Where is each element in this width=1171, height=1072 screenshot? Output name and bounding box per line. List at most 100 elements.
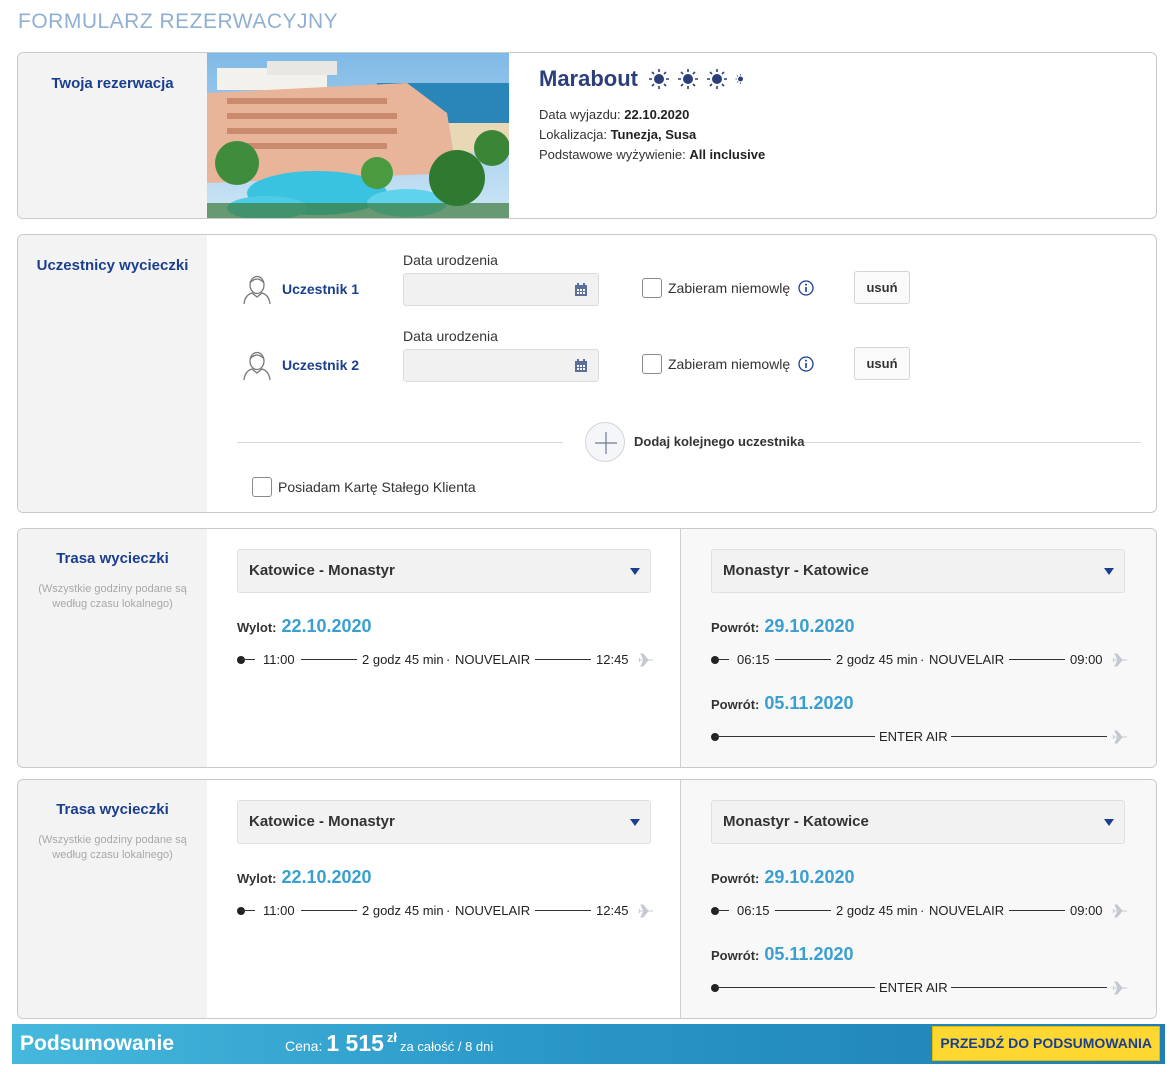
return-date-label: Powrót: (711, 871, 760, 886)
flight-duration: 2 godz 45 min (362, 903, 444, 918)
price-currency: zł (386, 1030, 398, 1045)
add-participant-button[interactable] (585, 422, 625, 462)
reservation-sidebar: Twoja rezerwacja (18, 53, 207, 218)
plane-icon (1112, 653, 1127, 667)
location-value: Tunezja, Susa (610, 127, 697, 142)
price-value: 1 515 (326, 1030, 384, 1056)
origin-dot (237, 907, 245, 915)
return-route-select-2[interactable]: Monastyr - Katowice (711, 800, 1125, 844)
column-divider-1 (680, 529, 681, 767)
summary-bar: Podsumowanie Cena: 1 515 zł za całość / … (12, 1024, 1165, 1064)
flight-duration: 2 godz 45 min (836, 903, 918, 918)
return-date-1a: Powrót: 29.10.2020 (711, 616, 854, 637)
flight-duration: 2 godz 45 min (836, 652, 918, 667)
dob-label-2: Data urodzenia (403, 328, 498, 344)
flight-carrier: NOUVELAIR (929, 652, 1005, 667)
flight-line (1009, 910, 1065, 911)
return-date-label: Powrót: (711, 948, 760, 963)
divider-right (804, 442, 1141, 443)
price-label: Cena: (285, 1038, 323, 1054)
remove-participant-2-button[interactable]: usuń (854, 347, 910, 380)
loyalty-card-label: Posiadam Kartę Stałego Klienta (278, 479, 476, 495)
person-icon (243, 351, 271, 381)
flight-carrier: NOUVELAIR (455, 652, 531, 667)
plane-icon (1112, 730, 1127, 744)
loyalty-card-checkbox[interactable] (252, 477, 272, 497)
return-route-select-1[interactable]: Monastyr - Katowice (711, 549, 1125, 593)
return-date-2a: Powrót: 29.10.2020 (711, 867, 854, 888)
flight-line (241, 659, 255, 660)
arrival-time: 09:00 (1070, 903, 1103, 918)
outbound-flight-2: 11:00 2 godz 45 min · NOUVELAIR 12:45 (237, 903, 657, 919)
participant-2-name: Uczestnik 2 (282, 357, 360, 373)
infant-option-1: Zabieram niemowlę (642, 278, 814, 298)
infant-label-1: Zabieram niemowlę (668, 280, 791, 296)
flight-line (951, 736, 1107, 737)
hotel-photo (207, 53, 509, 218)
flight-line (535, 910, 591, 911)
outbound-flight-1: 11:00 2 godz 45 min · NOUVELAIR 12:45 (237, 652, 657, 668)
info-icon[interactable] (798, 280, 814, 296)
flight-line (301, 659, 357, 660)
dob-input-1[interactable] (403, 273, 599, 306)
divider-left (237, 442, 563, 443)
arrival-time: 12:45 (596, 652, 629, 667)
return-route-value-2: Monastyr - Katowice (723, 813, 869, 830)
route-panel-1: Trasa wycieczki (Wszystkie godziny podan… (17, 528, 1157, 768)
return-date-value: 29.10.2020 (764, 867, 855, 887)
go-to-summary-button[interactable]: PRZEJDŹ DO PODSUMOWANIA (932, 1026, 1160, 1061)
plane-icon (1112, 904, 1127, 918)
hotel-name: Marabout (539, 66, 746, 92)
route-note-1: (Wszystkie godziny podane są według czas… (38, 583, 187, 610)
add-participant-label[interactable]: Dodaj kolejnego uczestnika (634, 434, 805, 449)
calendar-icon[interactable] (574, 359, 588, 373)
departure-time: 11:00 (263, 652, 295, 667)
infant-option-2: Zabieram niemowlę (642, 354, 814, 374)
location-label: Lokalizacja: (539, 127, 607, 142)
route-panel-2: Trasa wycieczki (Wszystkie godziny podan… (17, 779, 1157, 1019)
departure-value: 22.10.2020 (624, 107, 690, 122)
outbound-route-value-1: Katowice - Monastyr (249, 562, 395, 579)
infant-label-2: Zabieram niemowlę (668, 356, 791, 372)
outbound-route-select-1[interactable]: Katowice - Monastyr (237, 549, 651, 593)
sun-icon (649, 69, 669, 89)
outbound-date-label-2: Wylot: (237, 871, 277, 886)
infant-checkbox-2[interactable] (642, 354, 662, 374)
flight-line (775, 910, 831, 911)
plane-icon (1112, 981, 1127, 995)
flight-carrier: ENTER AIR (879, 729, 948, 744)
origin-dot (711, 907, 719, 915)
return-date-value: 29.10.2020 (764, 616, 855, 636)
half-sun-icon (735, 74, 743, 84)
flight-separator: · (446, 652, 451, 667)
route-title-1: Trasa wycieczki (56, 550, 169, 567)
outbound-route-select-2[interactable]: Katowice - Monastyr (237, 800, 651, 844)
origin-dot (711, 656, 719, 664)
infant-checkbox-1[interactable] (642, 278, 662, 298)
flight-carrier: NOUVELAIR (455, 903, 531, 918)
return-flight-1b: ENTER AIR (711, 729, 1131, 745)
flight-duration: 2 godz 45 min (362, 652, 444, 667)
return-date-value: 05.11.2020 (764, 944, 854, 964)
return-date-1b: Powrót: 05.11.2020 (711, 693, 854, 714)
location: Lokalizacja: Tunezja, Susa (539, 127, 696, 142)
price-note: za całość / 8 dni (400, 1039, 494, 1054)
arrival-time: 09:00 (1070, 652, 1103, 667)
info-icon[interactable] (798, 356, 814, 372)
price-block: Cena: 1 515 zł za całość / 8 dni (285, 1030, 493, 1057)
hotel-rating (648, 68, 746, 90)
chevron-down-icon (1104, 568, 1114, 575)
route-title-2: Trasa wycieczki (56, 801, 169, 818)
dob-input-2[interactable] (403, 349, 599, 382)
outbound-date-value-2: 22.10.2020 (281, 867, 372, 887)
calendar-icon[interactable] (574, 283, 588, 297)
sun-icon (707, 69, 727, 89)
page-title: FORMULARZ REZERWACYJNY (18, 10, 339, 33)
reservation-panel: Twoja rezerwacja Marabout Data wyjazdu: … (17, 52, 1157, 219)
flight-line (775, 659, 831, 660)
person-icon (243, 275, 271, 305)
flight-carrier: ENTER AIR (879, 980, 948, 995)
outbound-date-value-1: 22.10.2020 (281, 616, 372, 636)
return-flight-2b: ENTER AIR (711, 980, 1131, 996)
remove-participant-1-button[interactable]: usuń (854, 271, 910, 304)
